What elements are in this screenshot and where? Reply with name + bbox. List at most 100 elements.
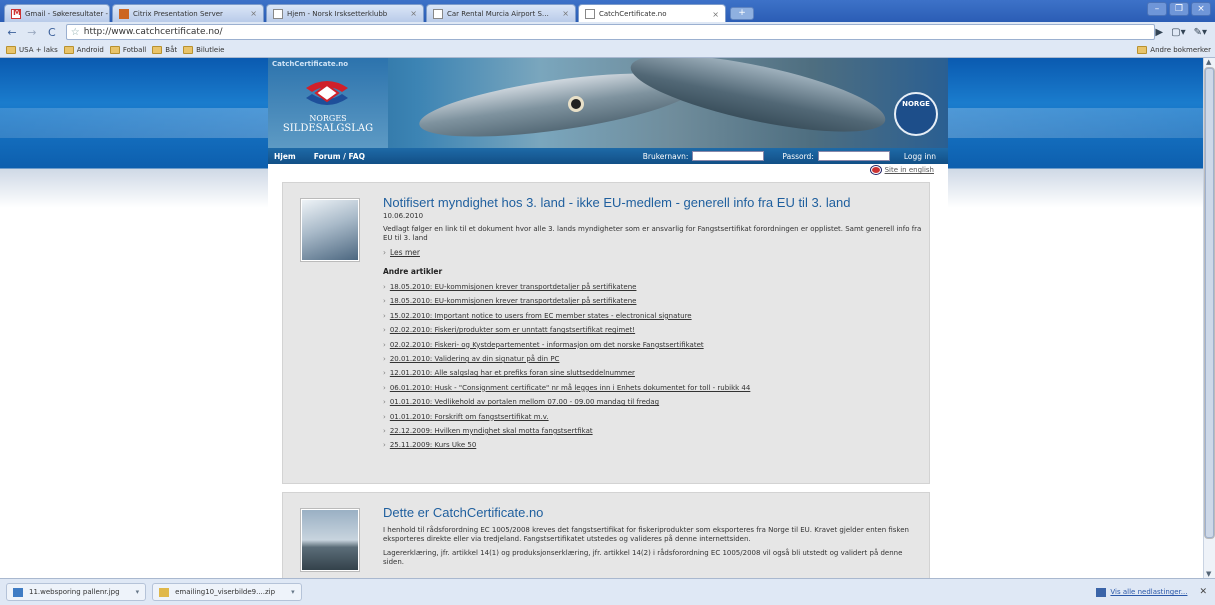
article-link[interactable]: › 01.01.2010: Forskrift om fangstsertifik… bbox=[383, 410, 923, 424]
article-text: Lagererklæring, jfr. artikkel 14(1) og p… bbox=[383, 549, 903, 566]
reload-icon[interactable]: C bbox=[44, 26, 60, 39]
read-more-link[interactable]: › Les mer bbox=[383, 248, 923, 257]
download-item[interactable]: emailing10_viserbilde9....zip ▾ bbox=[152, 583, 302, 601]
norge-badge: NORGE bbox=[894, 92, 938, 136]
bullet-icon: › bbox=[383, 441, 386, 450]
close-window-icon[interactable]: × bbox=[1191, 2, 1211, 16]
tab-gmail[interactable]: Gmail - Søkeresultater - roy… × bbox=[4, 4, 110, 22]
password-field[interactable] bbox=[817, 151, 890, 161]
minimize-icon[interactable]: – bbox=[1147, 2, 1167, 16]
new-tab-button[interactable]: + bbox=[730, 7, 754, 20]
bullet-icon: › bbox=[383, 248, 386, 257]
close-icon[interactable]: × bbox=[558, 9, 569, 18]
scroll-down-icon[interactable]: ▼ bbox=[1206, 570, 1211, 578]
show-all-downloads-link[interactable]: Vis alle nedlastinger... bbox=[1110, 588, 1187, 596]
article-link[interactable]: › 12.01.2010: Alle salgslag har et prefik… bbox=[383, 366, 923, 380]
bullet-icon: › bbox=[383, 369, 386, 378]
bookmark-label: Android bbox=[76, 45, 104, 54]
english-link[interactable]: Site in english bbox=[870, 166, 934, 174]
download-item[interactable]: 11.websporing pallenr.jpg ▾ bbox=[6, 583, 147, 601]
fishing-boat-image bbox=[301, 509, 359, 571]
bookmark-folder[interactable]: Android bbox=[63, 45, 104, 54]
gmail-icon bbox=[11, 8, 21, 19]
download-filename: 11.websporing pallenr.jpg bbox=[29, 588, 120, 596]
article-link[interactable]: › 22.12.2009: Hvilken myndighet skal mott… bbox=[383, 424, 923, 438]
folder-icon bbox=[183, 45, 194, 54]
article-link-text: 01.01.2010: Forskrift om fangstsertifika… bbox=[389, 412, 549, 421]
close-icon[interactable]: × bbox=[406, 9, 417, 18]
zip-file-icon bbox=[159, 587, 170, 597]
bullet-icon: › bbox=[383, 412, 386, 421]
article-link-text: 18.05.2010: EU-kommisjonen krever transp… bbox=[389, 283, 637, 291]
logo-line1: NORGES bbox=[309, 114, 347, 123]
bookmark-label: Båt bbox=[165, 45, 178, 54]
article-title[interactable]: Dette er CatchCertificate.no bbox=[383, 505, 923, 521]
bookmark-folder[interactable]: Bilutleie bbox=[183, 45, 225, 54]
tab-car-rental[interactable]: Car Rental Murcia Airport S… × bbox=[426, 4, 576, 22]
bookmarks-bar: USA + laks Android Fotball Båt Bilutleie… bbox=[0, 42, 1215, 58]
article-link[interactable]: › 15.02.2010: Important notice to users f… bbox=[383, 309, 923, 323]
bullet-icon: › bbox=[383, 398, 386, 407]
play-icon[interactable]: ▶ bbox=[1155, 27, 1163, 38]
tab-catchcertificate[interactable]: CatchCertificate.no × bbox=[578, 4, 726, 23]
article-link[interactable]: › 02.02.2010: Fiskeri/produkter som er un… bbox=[383, 323, 923, 337]
page-menu-icon[interactable]: ▢▾ bbox=[1171, 27, 1185, 38]
tab-label: Citrix Presentation Server bbox=[133, 9, 223, 18]
login-button[interactable]: Logg inn bbox=[904, 152, 936, 161]
site-container: CatchCertificate.no NORGES SILDESALGSLAG… bbox=[268, 58, 948, 578]
article-link[interactable]: › 01.01.2010: Vedlikehold av portalen mel… bbox=[383, 395, 923, 409]
bookmark-folder[interactable]: Båt bbox=[152, 45, 178, 54]
login-form: Brukernavn: Passord: Logg inn bbox=[643, 151, 942, 161]
tab-irsksetter[interactable]: Hjem - Norsk Irsksetterklubb × bbox=[266, 4, 424, 22]
article-link[interactable]: › 18.05.2010: EU-kommisjonen krever trans… bbox=[383, 280, 923, 294]
bullet-icon: › bbox=[383, 297, 386, 306]
username-label: Brukernavn: bbox=[642, 151, 689, 161]
scroll-up-icon[interactable]: ▲ bbox=[1206, 58, 1211, 66]
browser-toolbar: ← → C ☆ http://www.catchcertificate.no/ … bbox=[0, 22, 1215, 42]
article-link[interactable]: › 06.01.2010: Husk - "Consignment certifi… bbox=[383, 381, 923, 395]
close-icon[interactable]: × bbox=[708, 10, 719, 19]
dropdown-arrow-icon[interactable]: ▾ bbox=[291, 588, 295, 596]
bookmark-star-icon[interactable]: ☆ bbox=[71, 27, 80, 38]
close-icon[interactable]: × bbox=[246, 9, 257, 18]
bullet-icon: › bbox=[383, 326, 386, 335]
forward-icon[interactable]: → bbox=[24, 26, 40, 39]
scrollbar-thumb[interactable] bbox=[1205, 68, 1214, 538]
article-date: 10.06.2010 bbox=[383, 212, 424, 220]
article-text: I henhold til rådsforordning EC 1005/200… bbox=[383, 526, 909, 543]
bookmark-folder[interactable]: Fotball bbox=[109, 45, 146, 54]
nav-home-link[interactable]: Hjem bbox=[274, 152, 296, 161]
nav-forum-link[interactable]: Forum / FAQ bbox=[314, 152, 365, 161]
article-link-text: 01.01.2010: Vedlikehold av portalen mell… bbox=[389, 398, 660, 407]
article-about: Dette er CatchCertificate.no I henhold t… bbox=[282, 492, 930, 578]
article-link-text: 02.02.2010: Fiskeri/produkter som er unn… bbox=[389, 326, 636, 335]
other-bookmarks[interactable]: Andre bokmerker bbox=[1137, 45, 1211, 54]
banner-site-name: CatchCertificate.no bbox=[272, 60, 349, 68]
article-link[interactable]: › 20.01.2010: Validering av din signatur … bbox=[383, 352, 923, 366]
bullet-icon: › bbox=[383, 383, 386, 392]
article-link[interactable]: › 02.02.2010: Fiskeri- og Kystdepartement… bbox=[383, 338, 923, 352]
bookmark-folder[interactable]: USA + laks bbox=[6, 45, 58, 54]
restore-icon[interactable]: ❐ bbox=[1169, 2, 1189, 16]
tab-label: CatchCertificate.no bbox=[599, 10, 667, 18]
article-title[interactable]: Notifisert myndighet hos 3. land - ikke … bbox=[383, 195, 923, 211]
tab-citrix[interactable]: Citrix Presentation Server × bbox=[112, 4, 264, 22]
image-file-icon bbox=[13, 587, 23, 597]
back-icon[interactable]: ← bbox=[4, 26, 20, 39]
logo-line2: SILDESALGSLAG bbox=[282, 123, 374, 134]
dropdown-arrow-icon[interactable]: ▾ bbox=[136, 588, 140, 596]
download-bar: 11.websporing pallenr.jpg ▾ emailing10_v… bbox=[0, 578, 1215, 605]
bookmark-label: Bilutleie bbox=[196, 45, 225, 54]
close-icon[interactable]: ✕ bbox=[1199, 587, 1207, 597]
uk-flag-icon bbox=[870, 166, 881, 174]
tab-label: Car Rental Murcia Airport S… bbox=[447, 9, 549, 18]
article-link[interactable]: › 18.05.2010: EU-kommisjonen krever trans… bbox=[383, 294, 923, 308]
username-field[interactable] bbox=[692, 151, 765, 161]
address-bar[interactable]: ☆ http://www.catchcertificate.no/ bbox=[65, 24, 1156, 40]
site-logo[interactable]: CatchCertificate.no NORGES SILDESALGSLAG bbox=[268, 58, 388, 148]
article-text: Vedlagt følger en link til et dokument h… bbox=[383, 225, 922, 242]
article-link-text: 25.11.2009: Kurs Uke 50 bbox=[389, 441, 477, 450]
wrench-icon[interactable]: ✎▾ bbox=[1194, 27, 1207, 38]
page-scrollbar[interactable]: ▲ ▼ bbox=[1203, 58, 1215, 578]
article-link[interactable]: › 25.11.2009: Kurs Uke 50 bbox=[383, 438, 923, 452]
